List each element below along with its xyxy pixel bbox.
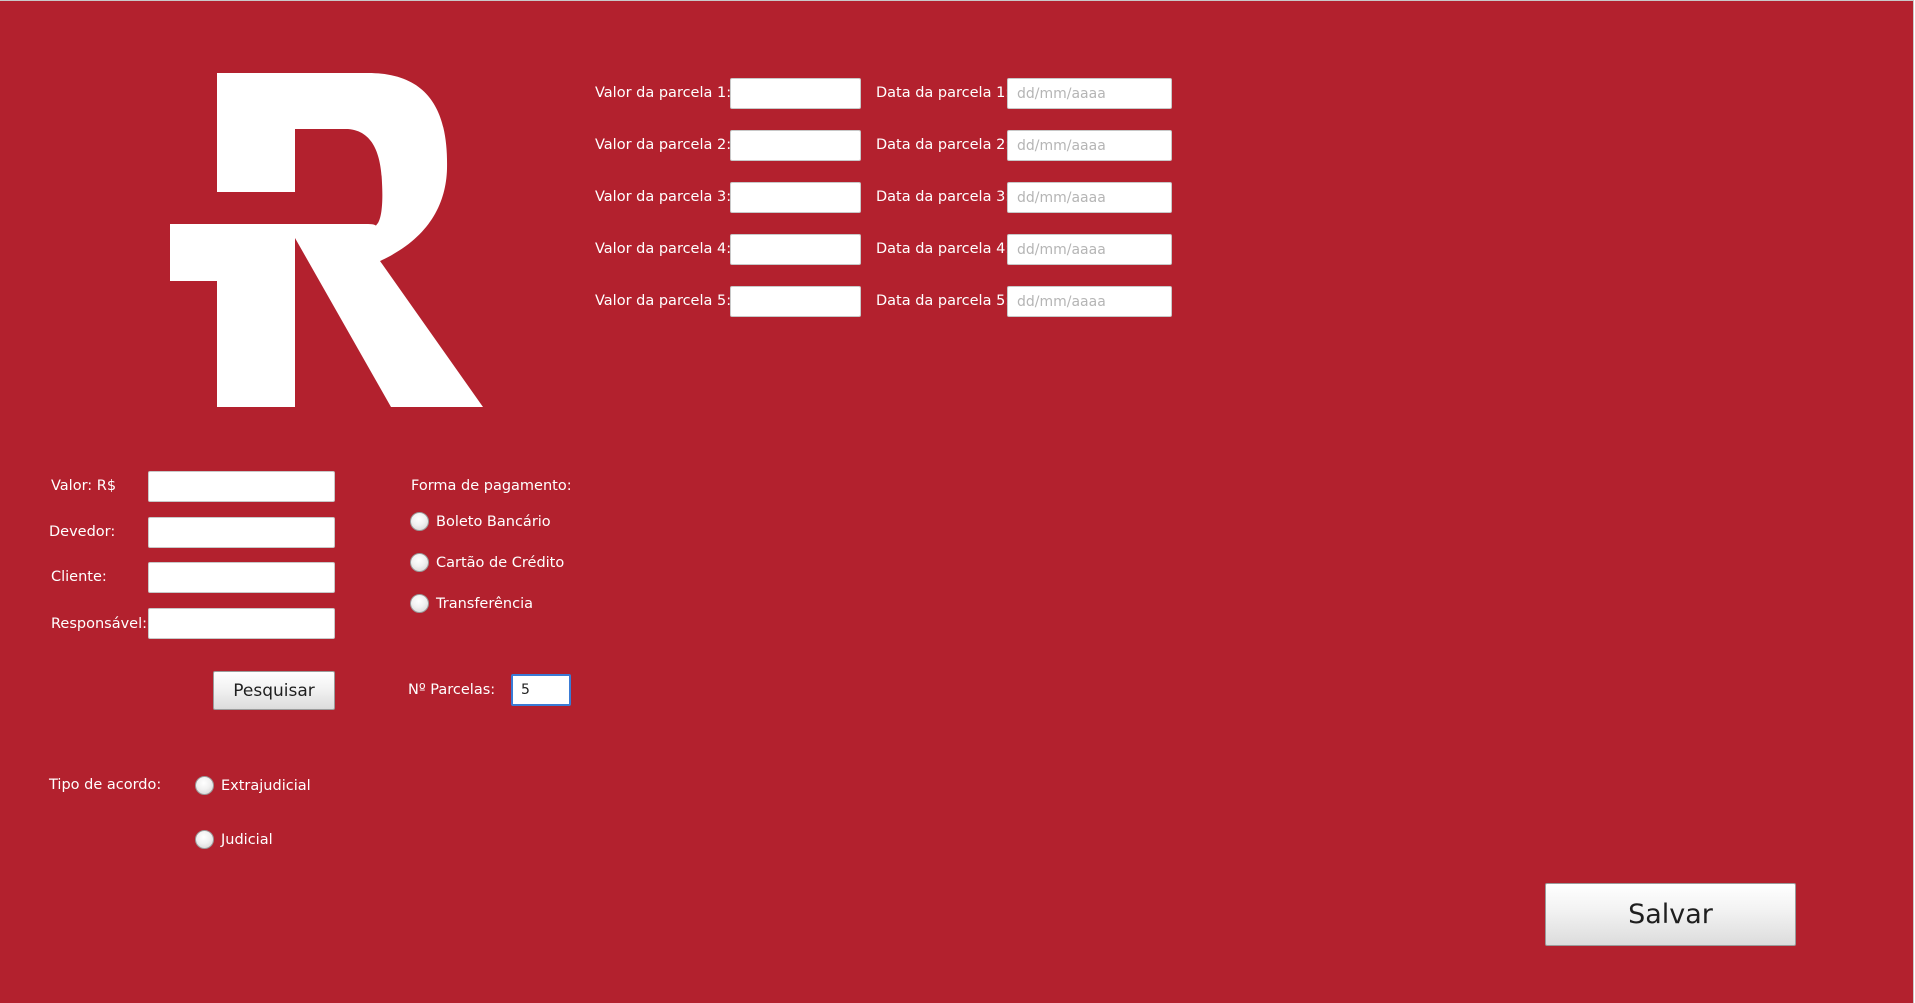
installment-value-label: Valor da parcela 1: (595, 85, 732, 101)
parcelas-label: Nº Parcelas: (408, 682, 496, 698)
responsavel-input[interactable] (148, 608, 335, 639)
valor-input[interactable] (148, 471, 335, 502)
installment-date-label: Data da parcela 1: (876, 85, 1011, 101)
installment-value-input[interactable] (730, 234, 861, 265)
payment-option-credit-card[interactable]: Cartão de Crédito (410, 553, 564, 572)
installment-value-input[interactable] (730, 78, 861, 109)
valor-label: Valor: R$ (51, 478, 117, 494)
installment-value-label: Valor da parcela 5: (595, 293, 732, 309)
radio-button[interactable] (195, 776, 214, 795)
r-logo (170, 73, 483, 407)
installment-value-label: Valor da parcela 4: (595, 241, 732, 257)
devedor-input[interactable] (148, 517, 335, 548)
installment-date-input[interactable] (1007, 78, 1172, 109)
parcelas-input[interactable] (511, 674, 571, 706)
installment-value-input[interactable] (730, 130, 861, 161)
installment-value-label: Valor da parcela 3: (595, 189, 732, 205)
installment-date-label: Data da parcela 3: (876, 189, 1011, 205)
agreement-option-label: Judicial (221, 831, 273, 848)
responsavel-label: Responsável: (51, 616, 148, 632)
installment-value-input[interactable] (730, 182, 861, 213)
payment-option-label: Transferência (436, 595, 533, 612)
radio-button[interactable] (410, 594, 429, 613)
radio-button[interactable] (195, 830, 214, 849)
installment-value-input[interactable] (730, 286, 861, 317)
payment-option-boleto[interactable]: Boleto Bancário (410, 512, 551, 531)
installment-date-input[interactable] (1007, 286, 1172, 317)
cliente-input[interactable] (148, 562, 335, 593)
agreement-option-extrajudicial[interactable]: Extrajudicial (195, 776, 311, 795)
payment-option-label: Boleto Bancário (436, 513, 551, 530)
agreement-option-label: Extrajudicial (221, 777, 311, 794)
installment-date-label: Data da parcela 5: (876, 293, 1011, 309)
installment-date-label: Data da parcela 4: (876, 241, 1011, 257)
payment-option-label: Cartão de Crédito (436, 554, 565, 571)
installment-date-input[interactable] (1007, 234, 1172, 265)
devedor-label: Devedor: (49, 524, 116, 540)
installment-date-input[interactable] (1007, 182, 1172, 213)
agreement-form-window: Valor da parcela 1: Data da parcela 1: Val… (0, 0, 1914, 1003)
save-button[interactable]: Salvar (1545, 883, 1796, 946)
installment-date-input[interactable] (1007, 130, 1172, 161)
radio-button[interactable] (410, 553, 429, 572)
payment-method-title: Forma de pagamento: (411, 478, 572, 494)
search-button[interactable]: Pesquisar (213, 671, 335, 710)
agreement-type-title: Tipo de acordo: (49, 777, 162, 793)
cliente-label: Cliente: (51, 569, 107, 585)
installment-value-label: Valor da parcela 2: (595, 137, 732, 153)
payment-option-transfer[interactable]: Transferência (410, 594, 533, 613)
agreement-option-judicial[interactable]: Judicial (195, 830, 273, 849)
radio-button[interactable] (410, 512, 429, 531)
installment-date-label: Data da parcela 2: (876, 137, 1011, 153)
